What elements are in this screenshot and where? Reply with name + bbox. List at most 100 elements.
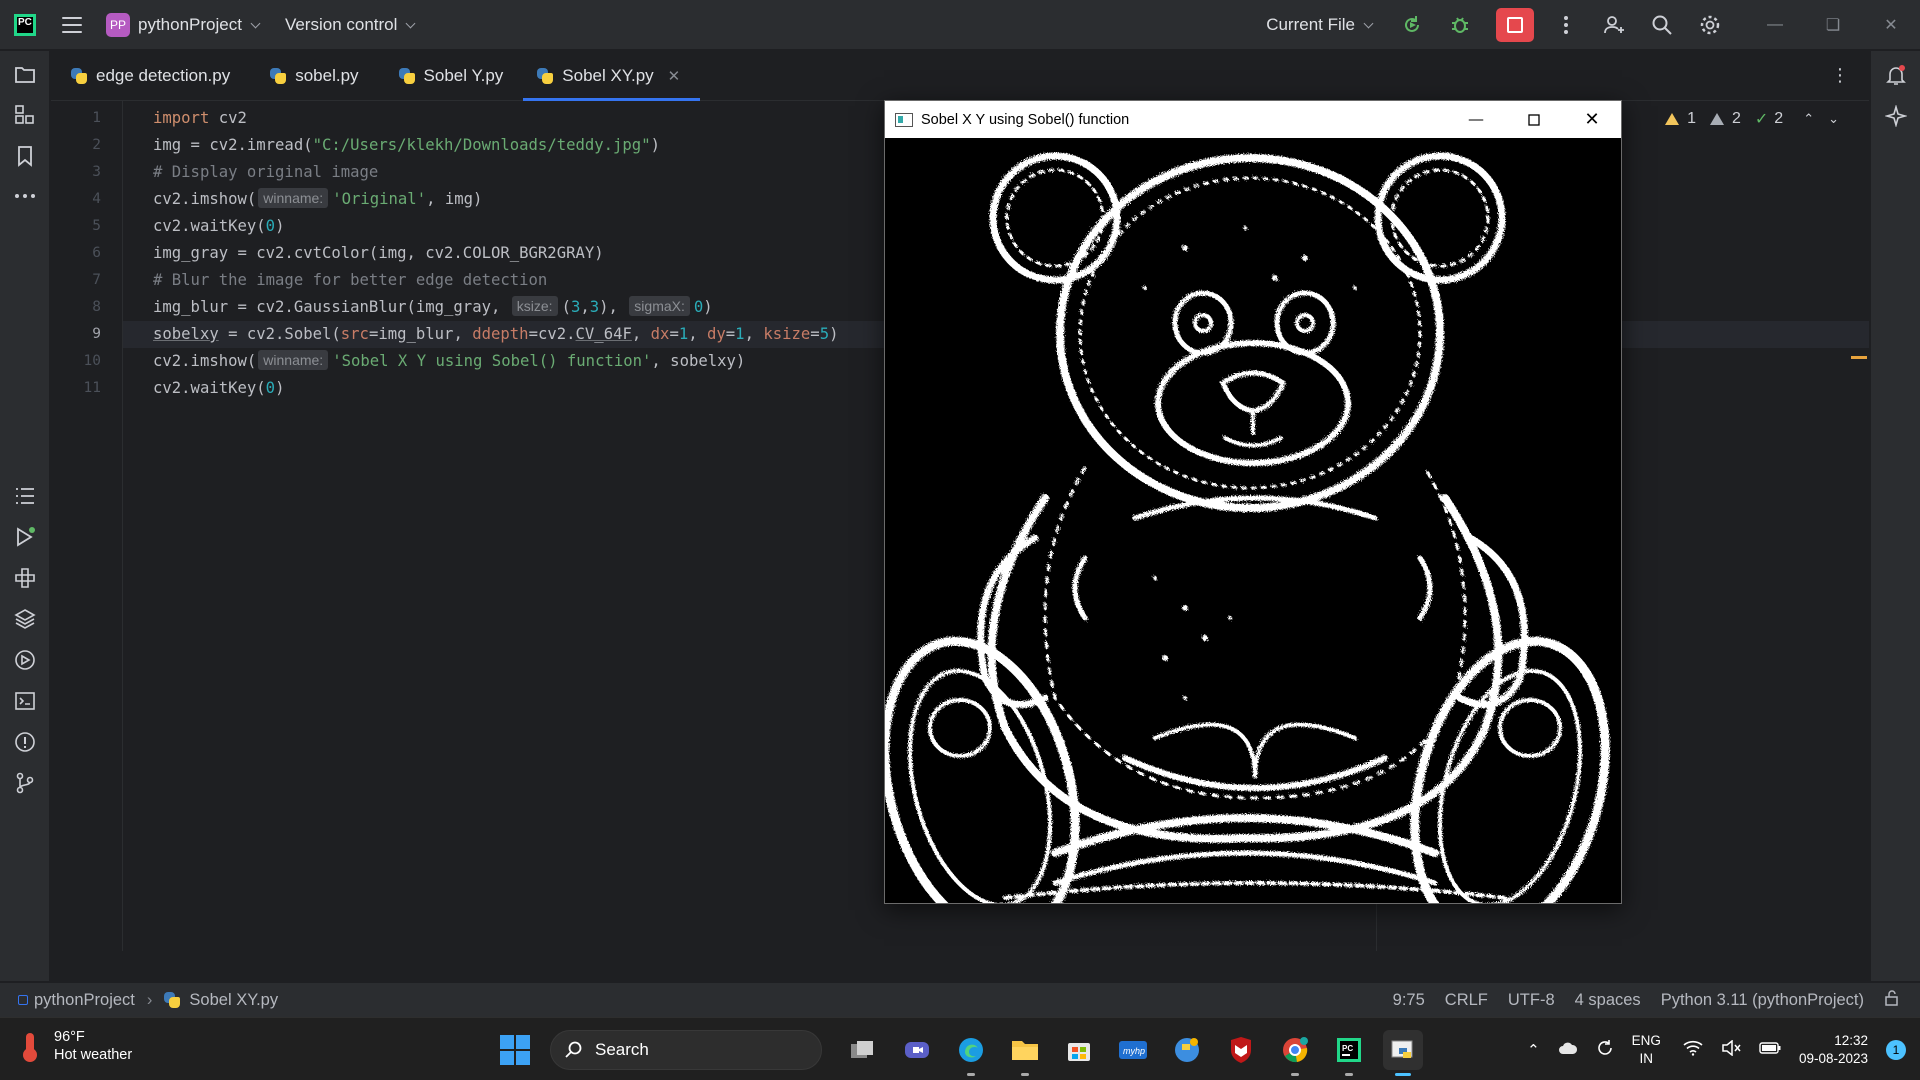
- structure-icon[interactable]: [13, 103, 37, 127]
- windows-start-icon[interactable]: [500, 1034, 530, 1065]
- main-menu-icon[interactable]: [62, 16, 82, 33]
- python-interpreter[interactable]: Python 3.11 (pythonProject): [1661, 991, 1864, 1010]
- weather-widget[interactable]: 96°F Hot weather: [23, 1028, 133, 1063]
- breadcrumb-project[interactable]: pythonProject: [34, 991, 135, 1010]
- show-hidden-icons-chevron[interactable]: ⌃: [1527, 1041, 1540, 1059]
- terminal-icon[interactable]: [13, 689, 37, 713]
- parameter-hint: ksize:: [511, 296, 558, 316]
- unlock-icon[interactable]: [1884, 990, 1900, 1011]
- python-console-icon[interactable]: [13, 566, 37, 590]
- caret-position[interactable]: 9:75: [1393, 991, 1425, 1010]
- file-encoding[interactable]: UTF-8: [1508, 991, 1555, 1010]
- search-label: Search: [595, 1039, 649, 1059]
- close-tab-icon[interactable]: ✕: [668, 67, 681, 85]
- notification-count-badge[interactable]: 1: [1886, 1039, 1906, 1060]
- tab-label: sobel.py: [295, 65, 359, 85]
- project-badge[interactable]: PP: [106, 12, 130, 37]
- run-configuration-selector[interactable]: Current File: [1266, 15, 1374, 35]
- minimize-button[interactable]: —: [1447, 101, 1505, 138]
- system-clock[interactable]: 12:32 09-08-2023: [1799, 1032, 1868, 1068]
- opencv-image-window[interactable]: Sobel X Y using Sobel() function — ✕: [884, 100, 1622, 904]
- warning-count: 1: [1687, 110, 1696, 127]
- taskbar-search[interactable]: Search: [550, 1029, 822, 1070]
- indent-setting[interactable]: 4 spaces: [1575, 991, 1641, 1010]
- number-literal: 1: [678, 325, 689, 343]
- todo-list-icon[interactable]: [13, 484, 37, 508]
- tabs-more-icon[interactable]: ⋮: [1831, 65, 1849, 86]
- code-text: ,: [688, 325, 707, 343]
- code-text: cv2.imshow(: [153, 352, 257, 370]
- git-branch-icon[interactable]: [13, 771, 37, 795]
- debug-icon[interactable]: [1448, 13, 1472, 37]
- volume-muted-icon[interactable]: [1721, 1038, 1741, 1060]
- file-explorer-icon[interactable]: [1005, 1030, 1045, 1076]
- line-number: 7: [92, 272, 101, 288]
- bookmarks-icon[interactable]: [13, 144, 37, 168]
- chrome-icon[interactable]: [1275, 1030, 1315, 1076]
- close-window-button[interactable]: ✕: [1862, 0, 1920, 50]
- problems-icon[interactable]: [13, 730, 37, 754]
- project-icon: [18, 995, 28, 1005]
- number-literal: 0: [265, 217, 276, 235]
- notifications-bell-icon[interactable]: [1884, 63, 1908, 87]
- breadcrumb-file[interactable]: Sobel XY.py: [189, 991, 278, 1010]
- previous-highlight-icon[interactable]: ⌃: [1803, 111, 1814, 127]
- version-control-label: Version control: [284, 14, 398, 34]
- onedrive-cloud-icon[interactable]: [1558, 1041, 1578, 1059]
- settings-gear-icon[interactable]: [1698, 13, 1722, 37]
- weak-warning-count: 2: [1731, 110, 1741, 127]
- inspection-widget[interactable]: 1 2 ✓ 2 ⌃ ⌄: [1665, 109, 1839, 129]
- rerun-icon[interactable]: [1400, 13, 1424, 37]
- python-opencv-window-icon[interactable]: [1383, 1029, 1423, 1076]
- line-number: 9: [92, 326, 101, 342]
- edge-browser-icon[interactable]: [951, 1030, 991, 1076]
- restore-window-button[interactable]: ❏: [1804, 0, 1862, 50]
- tab-sobel-xy[interactable]: Sobel XY.py ✕: [523, 51, 701, 101]
- tab-edge-detection[interactable]: edge detection.py: [51, 51, 250, 101]
- chevron-down-icon: [250, 18, 261, 28]
- pycharm-taskbar-icon[interactable]: PC: [1329, 1030, 1369, 1076]
- language-indicator[interactable]: ENG IN: [1632, 1032, 1661, 1068]
- battery-icon[interactable]: [1759, 1041, 1781, 1058]
- number-literal: 3: [589, 298, 600, 316]
- mcafee-icon[interactable]: [1221, 1030, 1261, 1070]
- weather-condition: Hot weather: [54, 1047, 133, 1063]
- more-actions-icon[interactable]: [1554, 13, 1578, 37]
- named-parameter: src: [340, 325, 369, 343]
- microsoft-store-icon[interactable]: [1059, 1030, 1099, 1070]
- teams-meet-icon[interactable]: [897, 1030, 937, 1070]
- services-icon[interactable]: [13, 648, 37, 672]
- more-tools-icon[interactable]: [13, 184, 37, 208]
- thermometer-icon: [23, 1032, 37, 1062]
- maximize-button[interactable]: [1505, 101, 1563, 138]
- temperature: 96°F: [54, 1029, 85, 1045]
- python-idle-icon[interactable]: [1167, 1030, 1207, 1070]
- line-number: 10: [83, 353, 101, 369]
- python-packages-icon[interactable]: [13, 607, 37, 631]
- code-text: ): [275, 379, 285, 397]
- scrollbar-warning-marker[interactable]: [1851, 356, 1867, 359]
- status-bar: pythonProject › Sobel XY.py 9:75 CRLF UT…: [0, 982, 1920, 1017]
- opencv-window-titlebar[interactable]: Sobel X Y using Sobel() function — ✕: [885, 101, 1621, 138]
- wifi-icon[interactable]: [1683, 1040, 1703, 1060]
- line-separator[interactable]: CRLF: [1445, 991, 1488, 1010]
- sync-icon[interactable]: [1596, 1039, 1614, 1061]
- sobel-edge-image: [885, 138, 1621, 903]
- run-tool-icon[interactable]: [13, 525, 37, 549]
- close-button[interactable]: ✕: [1563, 101, 1621, 138]
- next-highlight-icon[interactable]: ⌄: [1828, 111, 1839, 127]
- task-view-icon[interactable]: [843, 1030, 883, 1070]
- project-folder-icon[interactable]: [13, 63, 37, 87]
- ai-assistant-icon[interactable]: [1884, 104, 1908, 128]
- minimize-window-button[interactable]: —: [1746, 0, 1804, 50]
- code-text: ): [829, 325, 839, 343]
- project-selector[interactable]: pythonProject: [138, 15, 261, 35]
- tab-sobel[interactable]: sobel.py: [250, 51, 378, 101]
- tab-sobel-y[interactable]: Sobel Y.py: [379, 51, 524, 101]
- stop-button[interactable]: [1496, 8, 1534, 42]
- myhp-icon[interactable]: myhp: [1113, 1030, 1153, 1070]
- search-icon[interactable]: [1650, 13, 1674, 37]
- chevron-down-icon: [405, 18, 416, 28]
- version-control-menu[interactable]: Version control: [284, 14, 416, 35]
- add-user-icon[interactable]: [1602, 13, 1626, 37]
